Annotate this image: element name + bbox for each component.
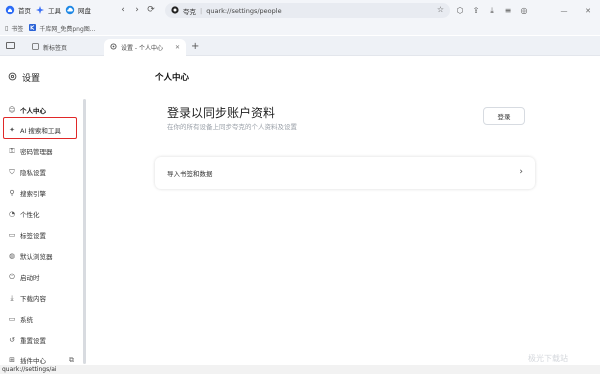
sidebar-item-label: 搜索引擎	[20, 190, 46, 198]
puzzle-icon: ⊞	[9, 356, 15, 364]
settings-gear-icon	[8, 72, 17, 84]
settings-title-text: 设置	[22, 74, 41, 84]
sidebar-item-password-manager[interactable]: ⚿ 密码管理器	[8, 144, 84, 158]
tab-settings[interactable]: 设置 - 个人中心 ✕	[104, 39, 186, 56]
new-tab-icon[interactable]: +	[191, 41, 199, 52]
palette-icon: ◔	[8, 210, 16, 218]
sidebar-item-label: AI 搜索和工具	[20, 127, 61, 135]
reset-icon: ↺	[9, 336, 15, 344]
tools-icon	[35, 5, 45, 15]
sidebar-item-label: 启动时	[20, 274, 40, 282]
sidebar-item-label: 默认浏览器	[20, 253, 53, 261]
person-icon: ☺	[8, 106, 16, 114]
settings-tab-icon	[110, 43, 117, 52]
site-favicon-icon	[29, 23, 37, 33]
forward-icon[interactable]: ›	[132, 5, 142, 15]
site-name: 夸克	[183, 7, 196, 16]
sidebar-item-label: 隐私设置	[20, 169, 46, 177]
ai-sparkle-icon: ✦	[9, 126, 15, 134]
external-link-icon[interactable]: ⧉	[69, 356, 74, 365]
nav-arrows: ‹ › ⟳	[118, 3, 156, 17]
tab-icon: ▭	[8, 231, 16, 239]
toolbar-icons: ⬡ ⇪ ⤓ ≡ ◎	[455, 3, 529, 18]
sidebar-item-label: 下载内容	[20, 295, 46, 303]
bookmark-item-label: 千库网_免费png图...	[39, 25, 96, 33]
sidebar-item-system[interactable]: ▭ 系统	[8, 312, 84, 326]
cloud-drive-icon	[65, 5, 75, 15]
page-title: 个人中心	[155, 73, 190, 83]
sidebar-item-personalization[interactable]: ◔ 个性化	[8, 207, 84, 221]
bookmark-item[interactable]: 千库网_免费png图...	[29, 23, 96, 33]
browser-icon: ◍	[8, 252, 16, 260]
status-url: quark://settings/ai	[0, 365, 600, 374]
settings-title: 设置	[8, 71, 40, 84]
sidebar-item-ai-search[interactable]: ✦ AI 搜索和工具	[8, 123, 84, 137]
share-icon[interactable]: ⇪	[471, 6, 481, 16]
watermark: 极光下载站	[528, 354, 568, 363]
site-logo-icon	[171, 5, 179, 16]
login-button[interactable]: 登录	[483, 107, 525, 125]
download-toolbar-icon[interactable]: ⤓	[487, 6, 497, 16]
sidebar-item-personal-center[interactable]: ☺ 个人中心	[8, 103, 84, 117]
close-window-icon[interactable]: ✕	[576, 7, 600, 15]
minimize-icon[interactable]: —	[552, 7, 576, 15]
sidebar-item-label: 系统	[20, 316, 33, 324]
drive-shortcut[interactable]: 网盘	[62, 3, 94, 17]
power-icon: ⏻	[9, 273, 15, 281]
tab-strip: 新标签页 设置 - 个人中心 ✕ +	[0, 36, 600, 56]
reload-icon[interactable]: ⟳	[146, 5, 156, 15]
sidebar-item-label: 密码管理器	[20, 148, 53, 156]
settings-main: 个人中心 登录以同步账户资料 在你的所有设备上同步夸克的个人资料及设置 登录 导…	[90, 57, 600, 367]
browser-toolbar: 首页 工具 网盘 ‹ › ⟳ 夸克 | quark://settings/peo…	[0, 0, 600, 21]
sidebar-item-tab-settings[interactable]: ▭ 标签设置	[8, 228, 84, 242]
tools-shortcut[interactable]: 工具	[32, 3, 64, 17]
home-label: 首页	[18, 7, 31, 15]
import-label: 导入书签和数据	[167, 170, 213, 178]
sidebar-item-label: 个性化	[20, 211, 40, 219]
url-text[interactable]: quark://settings/people	[206, 7, 281, 15]
bookmarks-folder[interactable]: ▯ 书签	[5, 24, 23, 33]
sidebar-item-reset[interactable]: ↺ 重置设置	[8, 333, 84, 347]
tools-label: 工具	[48, 7, 61, 15]
tab-icon	[32, 43, 39, 52]
address-bar[interactable]: 夸克 | quark://settings/people ☆	[165, 3, 450, 18]
bookmark-icon: ▯	[5, 24, 9, 32]
shield-icon: ⛉	[9, 168, 15, 176]
sync-subtitle: 在你的所有设备上同步夸克的个人资料及设置	[167, 123, 297, 131]
bookmarks-bar: ▯ 书签 千库网_免费png图...	[0, 21, 600, 35]
sidebar-item-search-engine[interactable]: ⚲ 搜索引擎	[8, 186, 84, 200]
sidebar-item-label: 个人中心	[20, 107, 46, 115]
import-bookmarks-row[interactable]: 导入书签和数据 ›	[155, 157, 535, 189]
back-icon[interactable]: ‹	[118, 5, 128, 15]
chevron-right-icon: ›	[519, 167, 523, 177]
drive-label: 网盘	[78, 7, 91, 15]
home-shortcut[interactable]: 首页	[2, 3, 34, 17]
home-icon	[5, 5, 15, 15]
sidebar-item-default-browser[interactable]: ◍ 默认浏览器	[8, 249, 84, 263]
search-icon: ⚲	[9, 189, 15, 197]
sidebar-item-privacy[interactable]: ⛉ 隐私设置	[8, 165, 84, 179]
sidebar-item-label: 插件中心	[20, 357, 46, 365]
menu-icon[interactable]: ≡	[503, 6, 513, 16]
bookmark-star-icon[interactable]: ☆	[437, 5, 444, 14]
account-icon[interactable]: ◎	[519, 6, 529, 16]
close-tab-icon[interactable]: ✕	[175, 44, 180, 51]
sidebar-item-downloads[interactable]: ⤓ 下载内容	[8, 291, 84, 305]
tab-label: 新标签页	[43, 45, 68, 52]
sidebar-toggle-icon[interactable]	[6, 42, 15, 49]
tab-label: 设置 - 个人中心	[121, 45, 163, 52]
window-controls: — ✕	[552, 0, 600, 21]
sidebar-item-on-startup[interactable]: ⏻ 启动时	[8, 270, 84, 284]
bookmarks-folder-label: 书签	[11, 25, 24, 33]
sidebar-item-label: 标签设置	[20, 232, 46, 240]
tab-new-tab[interactable]: 新标签页	[26, 39, 98, 56]
download-icon: ⤓	[10, 294, 14, 302]
monitor-icon: ▭	[8, 315, 16, 323]
sidebar-item-label: 重置设置	[20, 337, 46, 345]
extensions-icon[interactable]: ⬡	[455, 6, 465, 16]
settings-sidebar: 设置 ☺ 个人中心 ✦ AI 搜索和工具 ⚿ 密码管理器 ⛉ 隐私设置 ⚲ 搜索…	[0, 57, 90, 367]
key-icon: ⚿	[9, 147, 15, 155]
address-separator: |	[200, 6, 203, 15]
sync-title: 登录以同步账户资料	[167, 106, 276, 120]
